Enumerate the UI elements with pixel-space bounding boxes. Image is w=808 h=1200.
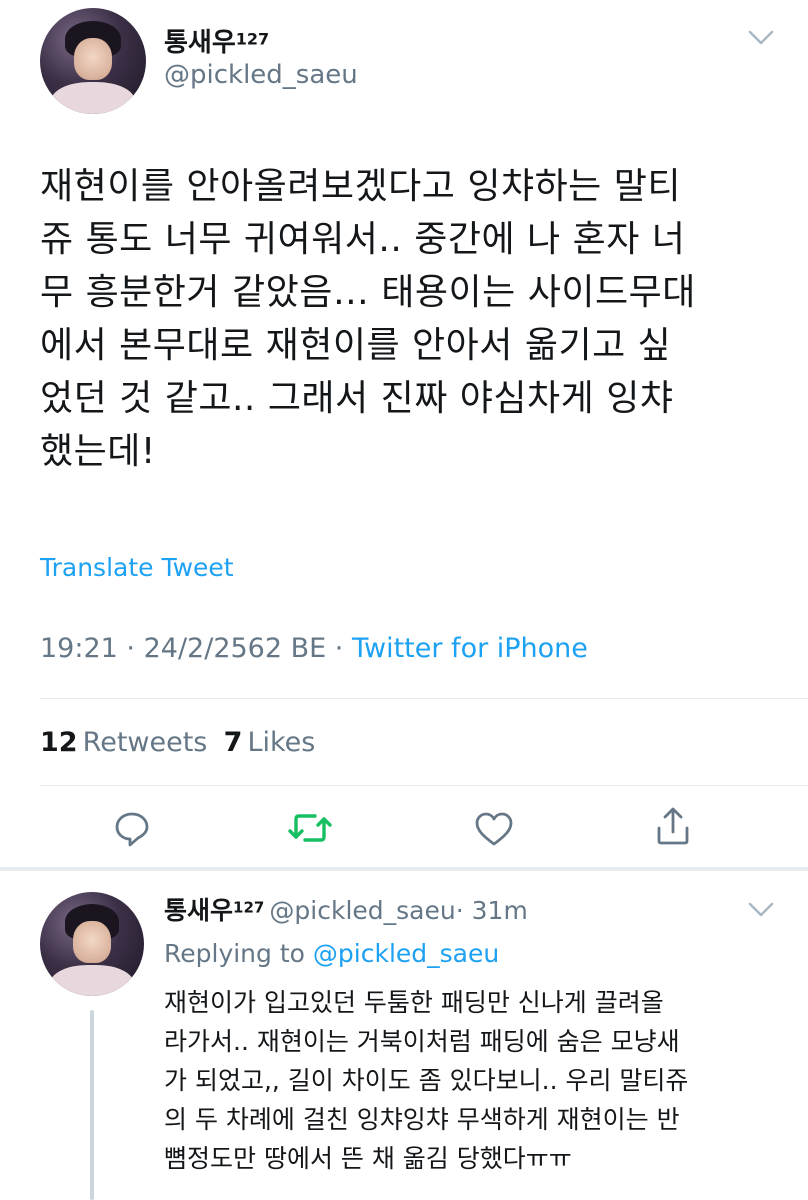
reply-text-line: 재현이가 입고있던 두툼한 패딩만 신나게 끌려올 [164, 988, 664, 1017]
like-icon[interactable] [474, 811, 514, 847]
likes-label: Likes [247, 727, 316, 758]
tweet-stats-row: 12 Retweets 7 Likes [40, 727, 315, 758]
reply-handle[interactable]: @pickled_saeu [269, 896, 455, 925]
retweet-icon[interactable] [287, 809, 333, 847]
translate-tweet-link[interactable]: Translate Tweet [40, 553, 234, 582]
share-icon[interactable] [655, 806, 691, 846]
divider [40, 785, 808, 786]
chevron-down-icon[interactable] [748, 902, 774, 918]
tweet-text-line: 무 흥분한거 같았음… 태용이는 사이드무대 [40, 272, 696, 313]
reply-tweet-avatar[interactable] [40, 892, 144, 996]
retweets-count: 12 [40, 727, 78, 758]
meta-separator: · [334, 633, 344, 664]
display-name: 통새우 [164, 28, 236, 58]
tweet-text-line: 쥬 통도 너무 귀여워서.. 중간에 나 혼자 너 [40, 219, 686, 260]
reply-tweet-text: 재현이가 입고있던 두툼한 패딩만 신나게 끌려올 라가서.. 재현이는 거북이… [164, 983, 804, 1178]
tweet-source-link[interactable]: Twitter for iPhone [352, 633, 588, 664]
retweets-stat[interactable]: 12 Retweets [40, 727, 212, 758]
meta-separator: · [126, 633, 135, 664]
section-separator [0, 867, 808, 871]
name-badge: 127 [235, 29, 270, 49]
reply-tweet-header: 통새우127 @pickled_saeu· 31m [164, 891, 528, 927]
replying-to-label: Replying to [164, 939, 305, 968]
thread-line [90, 1010, 94, 1200]
display-name: 통새우 [164, 896, 234, 925]
tweet-text-line: 었던 것 같고.. 그래서 진짜 야심차게 잉챠 [40, 378, 674, 419]
chevron-down-icon[interactable] [748, 30, 774, 46]
tweet-time: 19:21 [40, 633, 118, 664]
reply-age: · 31m [455, 896, 528, 925]
retweets-label: Retweets [82, 727, 208, 758]
divider [40, 698, 808, 699]
reply-text-line: 뼘정도만 땅에서 뜬 채 옮김 당했다ㅠㅠ [164, 1144, 572, 1173]
likes-stat[interactable]: 7 Likes [224, 727, 316, 758]
main-tweet-text: 재현이를 안아올려보겠다고 잉챠하는 말티 쥬 통도 너무 귀여워서.. 중간에… [40, 160, 780, 478]
tweet-date: 24/2/2562 BE [143, 633, 327, 664]
reply-text-line: 의 두 차례에 걸친 잉챠잉챠 무색하게 재현이는 반 [164, 1105, 680, 1134]
tweet-timestamp-row: 19:21 · 24/2/2562 BE · Twitter for iPhon… [40, 633, 588, 664]
replying-to-handle[interactable]: @pickled_saeu [313, 939, 499, 968]
reply-icon[interactable] [113, 809, 151, 847]
tweet-text-line: 재현이를 안아올려보겠다고 잉챠하는 말티 [40, 166, 681, 207]
reply-author-name[interactable]: 통새우127 [164, 896, 269, 925]
reply-text-line: 라가서.. 재현이는 거북이처럼 패딩에 숨은 모냥새 [164, 1027, 680, 1056]
reply-text-line: 가 되었고,, 길이 차이도 좀 있다보니.. 우리 말티쥬 [164, 1066, 689, 1095]
main-tweet-handle[interactable]: @pickled_saeu [164, 60, 358, 90]
name-badge: 127 [233, 898, 265, 917]
tweet-text-line: 에서 본무대로 재현이를 안아서 옮기고 싶 [40, 325, 672, 366]
main-tweet-avatar[interactable] [40, 8, 146, 114]
replying-to-row: Replying to @pickled_saeu [164, 939, 499, 968]
tweet-text-line: 했는데! [40, 431, 156, 472]
likes-count: 7 [223, 727, 243, 758]
main-tweet-author-name[interactable]: 통새우127 [164, 22, 269, 59]
